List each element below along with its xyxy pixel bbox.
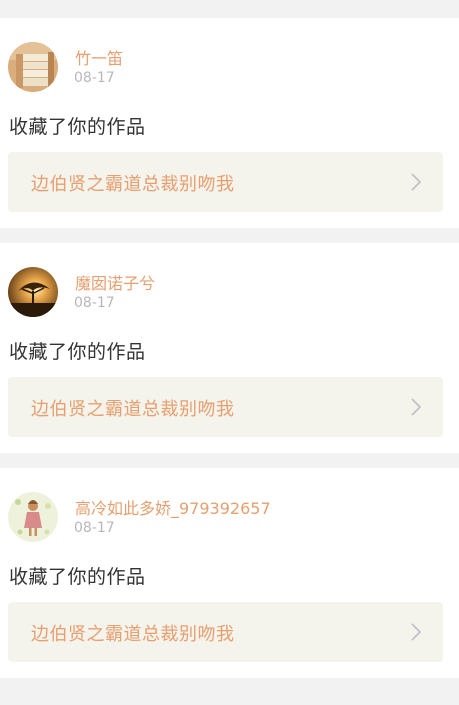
notification-card: 竹一笛 08-17 收藏了你的作品 边伯贤之霸道总裁别吻我 bbox=[0, 18, 459, 228]
card-header: 竹一笛 08-17 收藏了你的作品 bbox=[0, 18, 459, 138]
sunset-tree-avatar-icon bbox=[8, 267, 58, 317]
timestamp: 08-17 bbox=[74, 70, 115, 86]
user-avatar-books[interactable] bbox=[8, 42, 58, 92]
work-title: 边伯贤之霸道总裁别吻我 bbox=[31, 624, 235, 645]
work-link[interactable]: 边伯贤之霸道总裁别吻我 bbox=[8, 152, 443, 212]
action-text: 收藏了你的作品 bbox=[9, 341, 146, 363]
girl-illustration-avatar-icon bbox=[8, 492, 58, 542]
action-text: 收藏了你的作品 bbox=[9, 566, 146, 588]
timestamp: 08-17 bbox=[74, 520, 115, 536]
timestamp: 08-17 bbox=[74, 295, 115, 311]
username[interactable]: 竹一笛 bbox=[75, 45, 123, 69]
work-title: 边伯贤之霸道总裁别吻我 bbox=[31, 174, 235, 195]
username[interactable]: 魔囡诺子兮 bbox=[75, 270, 155, 294]
user-avatar-sunset[interactable] bbox=[8, 267, 58, 317]
books-avatar-icon bbox=[8, 42, 58, 92]
work-title: 边伯贤之霸道总裁别吻我 bbox=[31, 399, 235, 420]
chevron-right-icon bbox=[411, 173, 421, 191]
card-header: 魔囡诺子兮 08-17 收藏了你的作品 bbox=[0, 243, 459, 363]
work-link[interactable]: 边伯贤之霸道总裁别吻我 bbox=[8, 602, 443, 662]
chevron-right-icon bbox=[411, 623, 421, 641]
username[interactable]: 高冷如此多娇_979392657 bbox=[75, 495, 271, 519]
card-header: 高冷如此多娇_979392657 08-17 收藏了你的作品 bbox=[0, 468, 459, 588]
user-avatar-girl[interactable] bbox=[8, 492, 58, 542]
chevron-right-icon bbox=[411, 398, 421, 416]
notification-card: 高冷如此多娇_979392657 08-17 收藏了你的作品 边伯贤之霸道总裁别… bbox=[0, 468, 459, 678]
action-text: 收藏了你的作品 bbox=[9, 116, 146, 138]
notification-feed: 竹一笛 08-17 收藏了你的作品 边伯贤之霸道总裁别吻我 魔囡诺子兮 08-1… bbox=[0, 0, 459, 678]
notification-card: 魔囡诺子兮 08-17 收藏了你的作品 边伯贤之霸道总裁别吻我 bbox=[0, 243, 459, 453]
work-link[interactable]: 边伯贤之霸道总裁别吻我 bbox=[8, 377, 443, 437]
